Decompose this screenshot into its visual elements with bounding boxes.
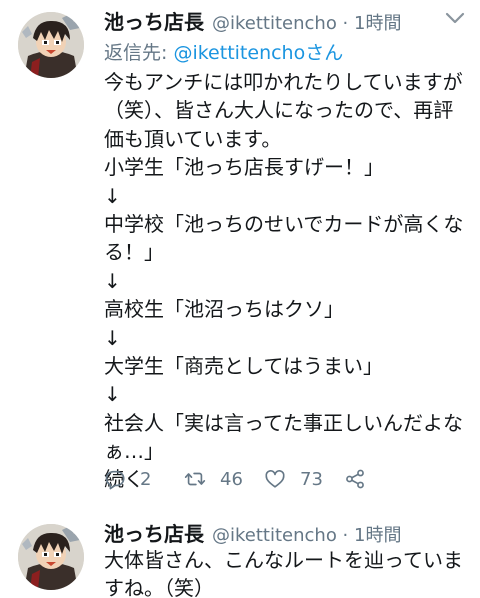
avatar[interactable] <box>18 524 84 590</box>
reply-button[interactable]: 2 <box>104 468 184 490</box>
display-name[interactable]: 池っち店長 <box>104 6 204 35</box>
tweet-text-line: 社会人「実は言ってた事正しいんだよな <box>104 410 463 435</box>
tweet-header: 池っち店長 @ikettitencho · 1時間 <box>104 518 464 546</box>
like-icon <box>265 470 285 488</box>
avatar-image <box>18 524 84 590</box>
reply-count: 2 <box>140 468 152 490</box>
tweet-text-line: ↓ <box>104 268 121 293</box>
tweet-text-line: ↓ <box>104 183 121 208</box>
avatar[interactable] <box>18 12 84 78</box>
tweet-text-line: 大体皆さん、こんなルートを辿っていま <box>104 548 463 572</box>
tweet-text-line: （笑）、皆さん大人になったので、再評 <box>104 98 454 123</box>
tweet-text-line: ↓ <box>104 325 121 350</box>
tweet-text-line: る！」 <box>104 240 164 265</box>
tweet-text-line: 価も頂いています。 <box>104 126 282 151</box>
reply-prefix: 返信先: <box>104 42 174 64</box>
reply-icon <box>105 470 125 490</box>
tweet-text-line: ぁ…」 <box>104 439 164 464</box>
tweet-text-line: ↓ <box>104 382 121 407</box>
tweet-text-line: 小学生「池っち店長すげー！」 <box>104 155 384 180</box>
share-button[interactable] <box>344 468 424 490</box>
tweet-text-line: すね。（笑） <box>104 576 214 598</box>
like-count: 73 <box>300 468 323 490</box>
tweet-text-line: 高校生「池沼っちはクソ」 <box>104 297 344 322</box>
avatar-image <box>18 12 84 78</box>
tweet-text-line: 今もアンチには叩かれたりしていますが <box>104 70 463 94</box>
share-icon <box>346 469 364 489</box>
tweet[interactable]: 池っち店長 @ikettitencho · 1時間 返信先: @ikettite… <box>0 0 480 498</box>
handle-and-time[interactable]: @ikettitencho · 1時間 <box>212 9 401 35</box>
retweet-icon <box>184 472 206 486</box>
chevron-down-icon[interactable] <box>444 10 466 26</box>
tweet[interactable]: 池っち店長 @ikettitencho · 1時間 大体皆さん、こんなルートを辿… <box>0 508 480 598</box>
retweet-button[interactable]: 46 <box>184 468 264 490</box>
tweet-header: 池っち店長 @ikettitencho · 1時間 <box>104 6 464 34</box>
tweet-text-line: 大学生「商売としてはうまい」 <box>104 353 383 378</box>
reply-handle-link[interactable]: @ikettitenchoさん <box>173 42 343 64</box>
tweet-text-line: 中学校「池っちのせいでカードが高くな <box>104 211 464 236</box>
tweet-text: 今もアンチには叩かれたりしていますが （笑）、皆さん大人になったので、再評 価も… <box>104 68 470 494</box>
like-button[interactable]: 73 <box>264 468 344 490</box>
display-name[interactable]: 池っち店長 <box>104 518 204 547</box>
reply-to: 返信先: @ikettitenchoさん <box>104 38 343 65</box>
tweet-divider <box>0 500 480 508</box>
handle-and-time[interactable]: @ikettitencho · 1時間 <box>212 521 401 547</box>
tweet-text: 大体皆さん、こんなルートを辿っていま すね。（笑） <box>104 546 470 598</box>
tweet-actions: 2 46 73 <box>104 464 424 494</box>
retweet-count: 46 <box>220 468 243 490</box>
